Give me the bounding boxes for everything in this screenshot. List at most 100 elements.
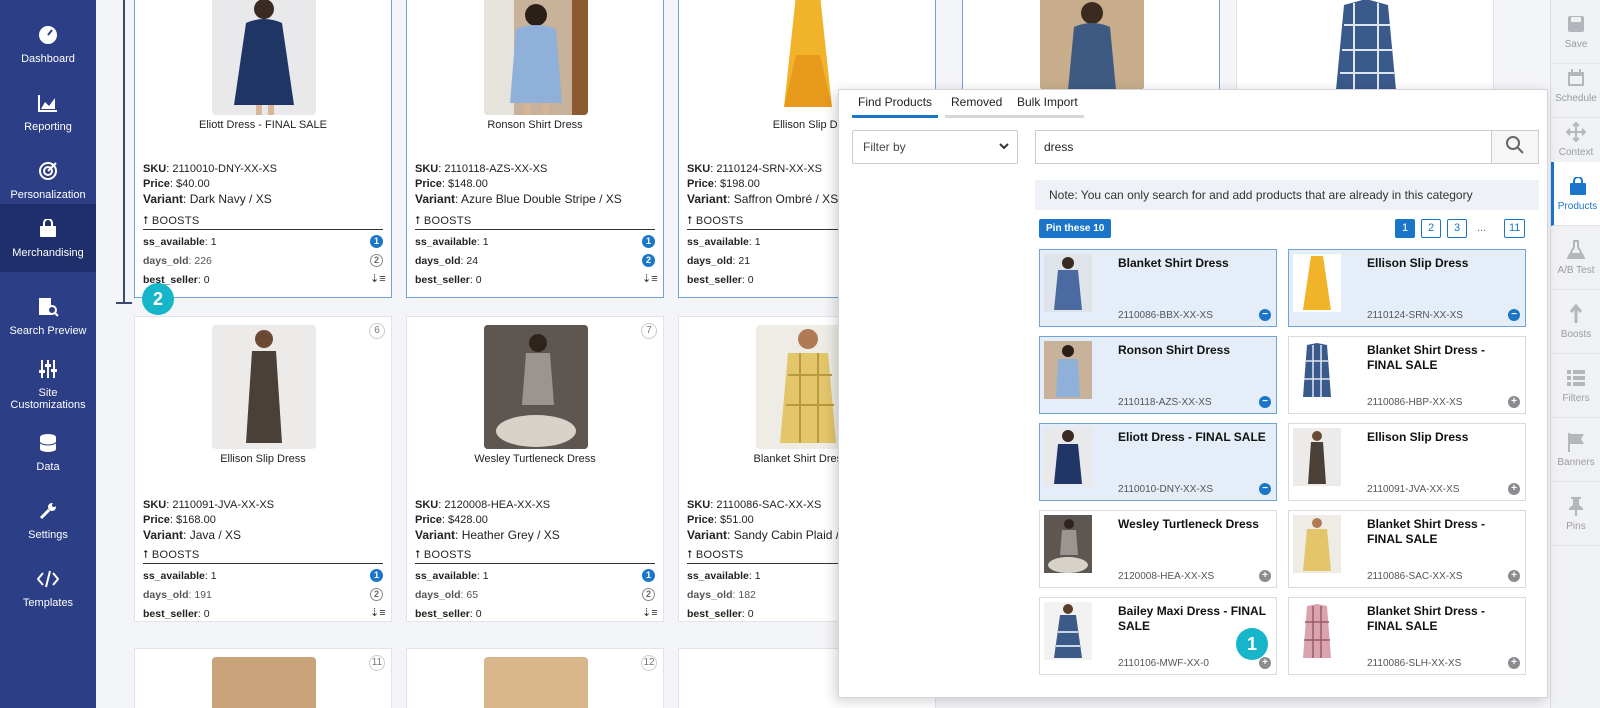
result-name: Ronson Shirt Dress <box>1118 343 1231 357</box>
position-badge: 6 <box>369 323 385 339</box>
product-card[interactable]: 6 Ellison Slip Dress SKU: 2110091-JVA-XX… <box>134 316 392 622</box>
page-button[interactable]: 2 <box>1421 219 1441 238</box>
boost-row: ss_available: 11 <box>143 235 383 250</box>
nav-merchandising[interactable]: Merchandising <box>0 204 96 272</box>
add-icon[interactable]: + <box>1508 396 1520 408</box>
nav-label: Personalization <box>10 189 86 201</box>
result-sku: 2110091-JVA-XX-XS <box>1367 484 1460 495</box>
bag-icon <box>36 217 60 241</box>
step-badge: 2 <box>142 283 174 315</box>
filter-by-select[interactable]: Filter by <box>852 130 1018 164</box>
toolbar-label: Products <box>1557 201 1598 212</box>
result-name: Blanket Shirt Dress - FINAL SALE <box>1367 604 1486 633</box>
result-sku: 2110106-MWF-XX-0 <box>1118 658 1209 669</box>
search-result[interactable]: Ronson Shirt Dress 2110118-AZS-XX-XS − <box>1039 336 1277 414</box>
product-image <box>212 0 316 115</box>
toolbar-products[interactable]: Products <box>1551 162 1600 226</box>
product-image <box>484 325 588 449</box>
product-card[interactable]: 12 <box>406 648 664 708</box>
search-result[interactable]: Ellison Slip Dress 2110091-JVA-XX-XS + <box>1288 423 1526 501</box>
add-icon[interactable]: + <box>1259 570 1271 582</box>
search-result[interactable]: Blanket Shirt Dress - FINAL SALE 2110086… <box>1288 336 1526 414</box>
result-thumbnail <box>1044 602 1092 660</box>
add-icon[interactable]: + <box>1508 657 1520 669</box>
product-name: Ronson Shirt Dress <box>487 119 583 131</box>
remove-icon[interactable]: − <box>1259 483 1271 495</box>
page-ellipsis: ... <box>1477 222 1487 234</box>
list-icon <box>1565 367 1587 389</box>
product-card[interactable]: Eliott Dress - FINAL SALE SKU: 2110010-D… <box>134 0 392 298</box>
nav-settings[interactable]: Settings <box>0 486 96 554</box>
category-note: Note: You can only search for and add pr… <box>1035 180 1539 210</box>
result-name: Ellison Slip Dress <box>1367 256 1469 270</box>
product-meta: SKU: 2110118-AZS-XX-XS Price: $148.00 Va… <box>415 163 622 206</box>
boost-row: ss_available: 11 <box>415 235 655 250</box>
search-result[interactable]: Blanket Shirt Dress - FINAL SALE 2110086… <box>1288 510 1526 588</box>
position-badge: 11 <box>369 655 385 671</box>
step-badge: 1 <box>1236 628 1268 660</box>
result-name: Blanket Shirt Dress - FINAL SALE <box>1367 517 1486 546</box>
search-result[interactable]: Blanket Shirt Dress - FINAL SALE 2110086… <box>1288 597 1526 675</box>
toolbar-label: Save <box>1564 39 1588 50</box>
product-card[interactable]: 7 Wesley Turtleneck Dress SKU: 2120008-H… <box>406 316 664 622</box>
wrench-icon <box>36 499 60 523</box>
result-sku: 2120008-HEA-XX-XS <box>1118 571 1215 582</box>
add-icon[interactable]: + <box>1508 570 1520 582</box>
add-icon[interactable]: + <box>1508 483 1520 495</box>
product-image <box>484 0 588 115</box>
nav-label: Settings <box>28 529 68 541</box>
page-button[interactable]: 1 <box>1395 219 1415 238</box>
position-badge: 12 <box>641 655 657 671</box>
product-meta: SKU: 2110010-DNY-XX-XS Price: $40.00 Var… <box>143 163 277 206</box>
tab-bulk-import[interactable]: Bulk Import <box>1011 90 1084 118</box>
search-icon <box>1506 135 1524 159</box>
search-result[interactable]: Ellison Slip Dress 2110124-SRN-XX-XS − <box>1288 249 1526 327</box>
nav-reporting[interactable]: Reporting <box>0 78 96 146</box>
remove-icon[interactable]: − <box>1259 309 1271 321</box>
product-card[interactable]: Ronson Shirt Dress SKU: 2110118-AZS-XX-X… <box>406 0 664 298</box>
search-result[interactable]: Wesley Turtleneck Dress 2120008-HEA-XX-X… <box>1039 510 1277 588</box>
page-button[interactable]: 11 <box>1504 219 1526 238</box>
result-thumbnail <box>1293 602 1341 660</box>
product-search-input[interactable] <box>1035 130 1491 164</box>
nav-site-customizations[interactable]: Site Customizations <box>0 350 96 418</box>
remove-icon[interactable]: − <box>1259 396 1271 408</box>
search-result[interactable]: Eliott Dress - FINAL SALE 2110010-DNY-XX… <box>1039 423 1277 501</box>
toolbar-boosts[interactable]: Boosts <box>1551 290 1600 354</box>
chevron-down-icon <box>999 131 1009 175</box>
result-sku: 2110086-SLH-XX-XS <box>1367 658 1462 669</box>
toolbar-filters[interactable]: Filters <box>1551 354 1600 418</box>
filter-by-value: Filter by <box>863 140 906 154</box>
nav-templates[interactable]: Templates <box>0 554 96 622</box>
result-name: Blanket Shirt Dress <box>1118 256 1229 270</box>
nav-label: Search Preview <box>9 325 87 337</box>
result-thumbnail <box>1293 254 1341 312</box>
search-result[interactable]: Blanket Shirt Dress 2110086-BBX-XX-XS − <box>1039 249 1277 327</box>
flask-icon <box>1565 239 1587 261</box>
boost-row: days_old: 191 2 <box>143 588 383 603</box>
toolbar-label: Filters <box>1562 393 1590 404</box>
toolbar-banners[interactable]: Banners <box>1551 418 1600 482</box>
result-thumbnail <box>1293 428 1341 486</box>
nav-search-preview[interactable]: Search Preview <box>0 282 96 350</box>
boost-row: days_old: 24 2 <box>415 254 655 269</box>
boost-indicator: 1 <box>370 235 383 248</box>
boost-row: ss_available: 11 <box>415 569 655 584</box>
boost-row: days_old: 226 2 <box>143 254 383 269</box>
nav-dashboard[interactable]: Dashboard <box>0 10 96 78</box>
toolbar-ab-test[interactable]: A/B Test <box>1551 226 1600 290</box>
toolbar-pins[interactable]: Pins <box>1551 482 1600 546</box>
pin-icon <box>1565 495 1587 517</box>
result-sku: 2110086-SAC-XX-XS <box>1367 571 1463 582</box>
product-image <box>1040 0 1144 90</box>
product-card[interactable]: 11 <box>134 648 392 708</box>
search-button[interactable] <box>1491 130 1539 164</box>
add-icon[interactable]: + <box>1259 657 1271 669</box>
tab-find-products[interactable]: Find Products <box>852 90 939 118</box>
result-sku: 2110124-SRN-XX-XS <box>1367 310 1463 321</box>
sort-icon: ⇣≡ <box>642 273 658 285</box>
page-button[interactable]: 3 <box>1447 219 1467 238</box>
remove-icon[interactable]: − <box>1508 309 1520 321</box>
pin-all-button[interactable]: Pin these 10 <box>1039 219 1112 238</box>
nav-data[interactable]: Data <box>0 418 96 486</box>
